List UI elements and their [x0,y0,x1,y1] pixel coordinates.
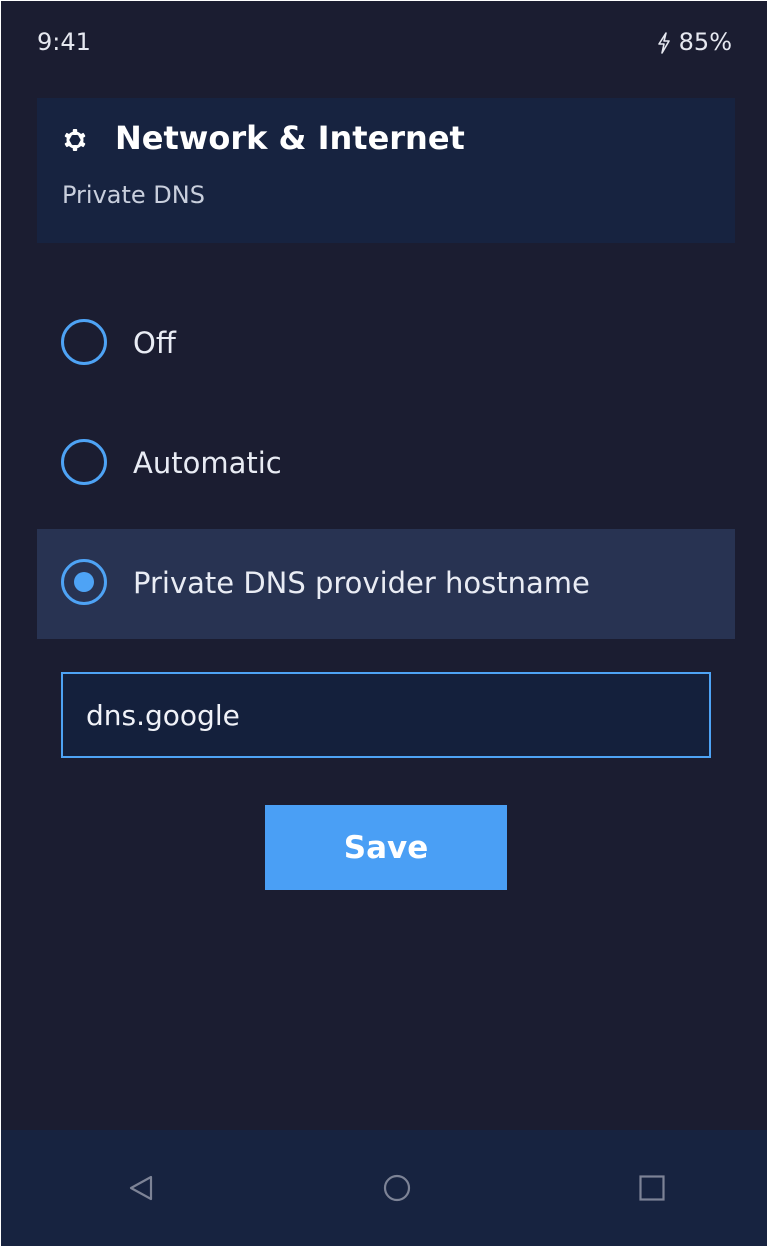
page-title: Network & Internet [115,119,465,157]
gear-icon [61,126,89,154]
option-label-hostname: Private DNS provider hostname [133,566,590,600]
status-time: 9:41 [37,28,91,56]
option-label-off: Off [133,326,176,360]
home-circle-icon[interactable] [377,1168,417,1208]
dns-option-hostname[interactable]: Private DNS provider hostname [37,529,735,639]
option-label-automatic: Automatic [133,446,282,480]
recents-square-icon[interactable] [632,1168,672,1208]
phone-screen: 9:41 85% Network & Internet Private DNS … [1,1,767,1246]
radio-selected-dot [74,572,94,592]
battery-status: 85% [657,27,732,57]
radio-off[interactable] [61,319,107,365]
dns-option-off[interactable]: Off [37,289,735,399]
hostname-input[interactable] [61,672,711,758]
battery-percentage: 85% [678,28,732,56]
status-bar: 9:41 85% [1,1,767,83]
radio-hostname[interactable] [61,559,107,605]
bolt-icon [657,31,671,54]
back-triangle-icon[interactable] [121,1168,161,1208]
header-card: Network & Internet Private DNS [37,98,735,243]
page-subtitle: Private DNS [62,181,205,209]
navigation-bar [1,1130,767,1246]
radio-automatic[interactable] [61,439,107,485]
save-button[interactable]: Save [265,805,507,890]
dns-option-automatic[interactable]: Automatic [37,409,735,519]
